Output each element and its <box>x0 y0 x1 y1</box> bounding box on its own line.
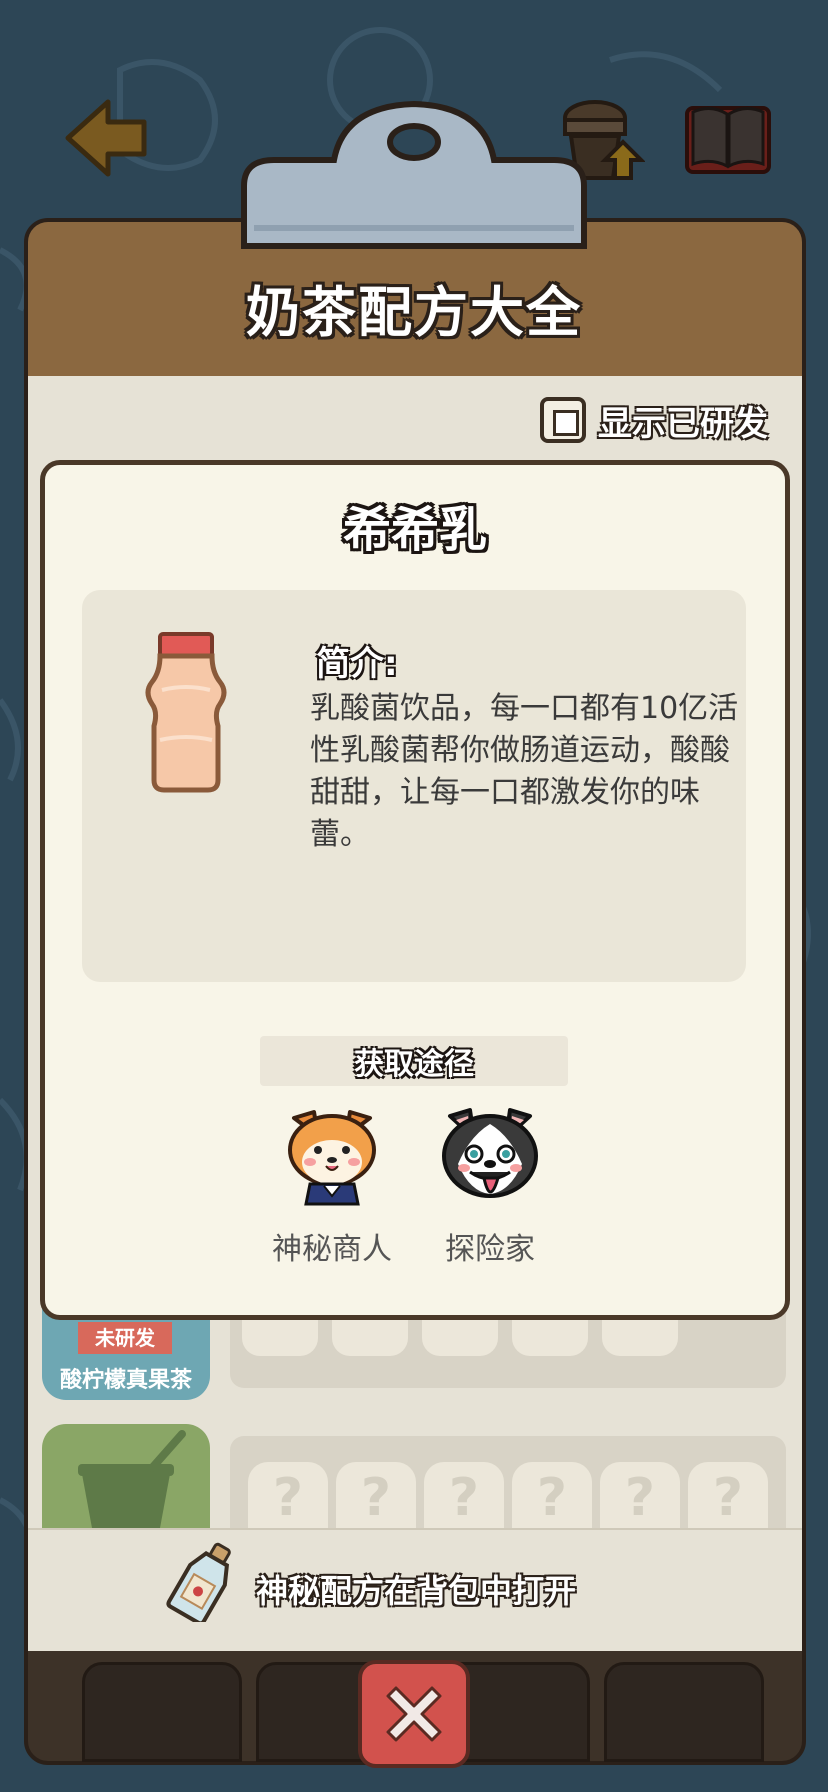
page-title: 奶茶配方大全 <box>246 281 582 344</box>
bottom-tab[interactable] <box>82 1662 242 1762</box>
shiba-merchant-icon <box>288 1110 376 1206</box>
locked-recipe-card[interactable] <box>42 1424 210 1528</box>
message-bottle-icon <box>166 1542 231 1622</box>
husky-explorer-icon <box>442 1108 538 1198</box>
intro-label: 简介: <box>316 644 398 684</box>
recipe-description: 乳酸菌饮品，每一口都有10亿活性乳酸菌帮你做肠道运动，酸酸甜甜，让每一口都激发你… <box>310 691 739 852</box>
footer-hint: 神秘配方在背包中打开 <box>256 1572 577 1610</box>
source-label: 探险家 <box>445 1232 535 1267</box>
locked-slot: ? <box>336 1462 416 1528</box>
close-button[interactable] <box>358 1660 470 1768</box>
show-developed-checkbox[interactable] <box>540 397 586 443</box>
close-icon <box>386 1686 442 1742</box>
status-badge: 未研发 <box>78 1322 172 1354</box>
locked-slot: ? <box>248 1462 328 1528</box>
recipe-title: 希希乳 <box>342 502 487 558</box>
bottom-tab[interactable] <box>604 1662 764 1762</box>
source-label: 神秘商人 <box>272 1232 392 1267</box>
clipboard-clip-icon <box>241 100 587 249</box>
show-developed-toggle[interactable]: 显示已研发 <box>540 396 768 444</box>
locked-slot: ? <box>512 1462 592 1528</box>
cup-icon <box>78 1430 186 1528</box>
source-mysterious-merchant[interactable]: 神秘商人 <box>262 1106 402 1268</box>
yakult-bottle-icon <box>145 632 227 793</box>
locked-slot: ? <box>688 1462 768 1528</box>
show-developed-label: 显示已研发 <box>598 403 768 444</box>
recipe-name: 酸柠檬真果茶 <box>59 1368 192 1393</box>
book-icon[interactable] <box>683 100 773 178</box>
locked-slot: ? <box>424 1462 504 1528</box>
source-explorer[interactable]: 探险家 <box>420 1106 560 1268</box>
locked-slot: ? <box>600 1462 680 1528</box>
back-arrow-icon[interactable] <box>64 96 150 180</box>
source-header: 获取途径 <box>260 1036 568 1086</box>
